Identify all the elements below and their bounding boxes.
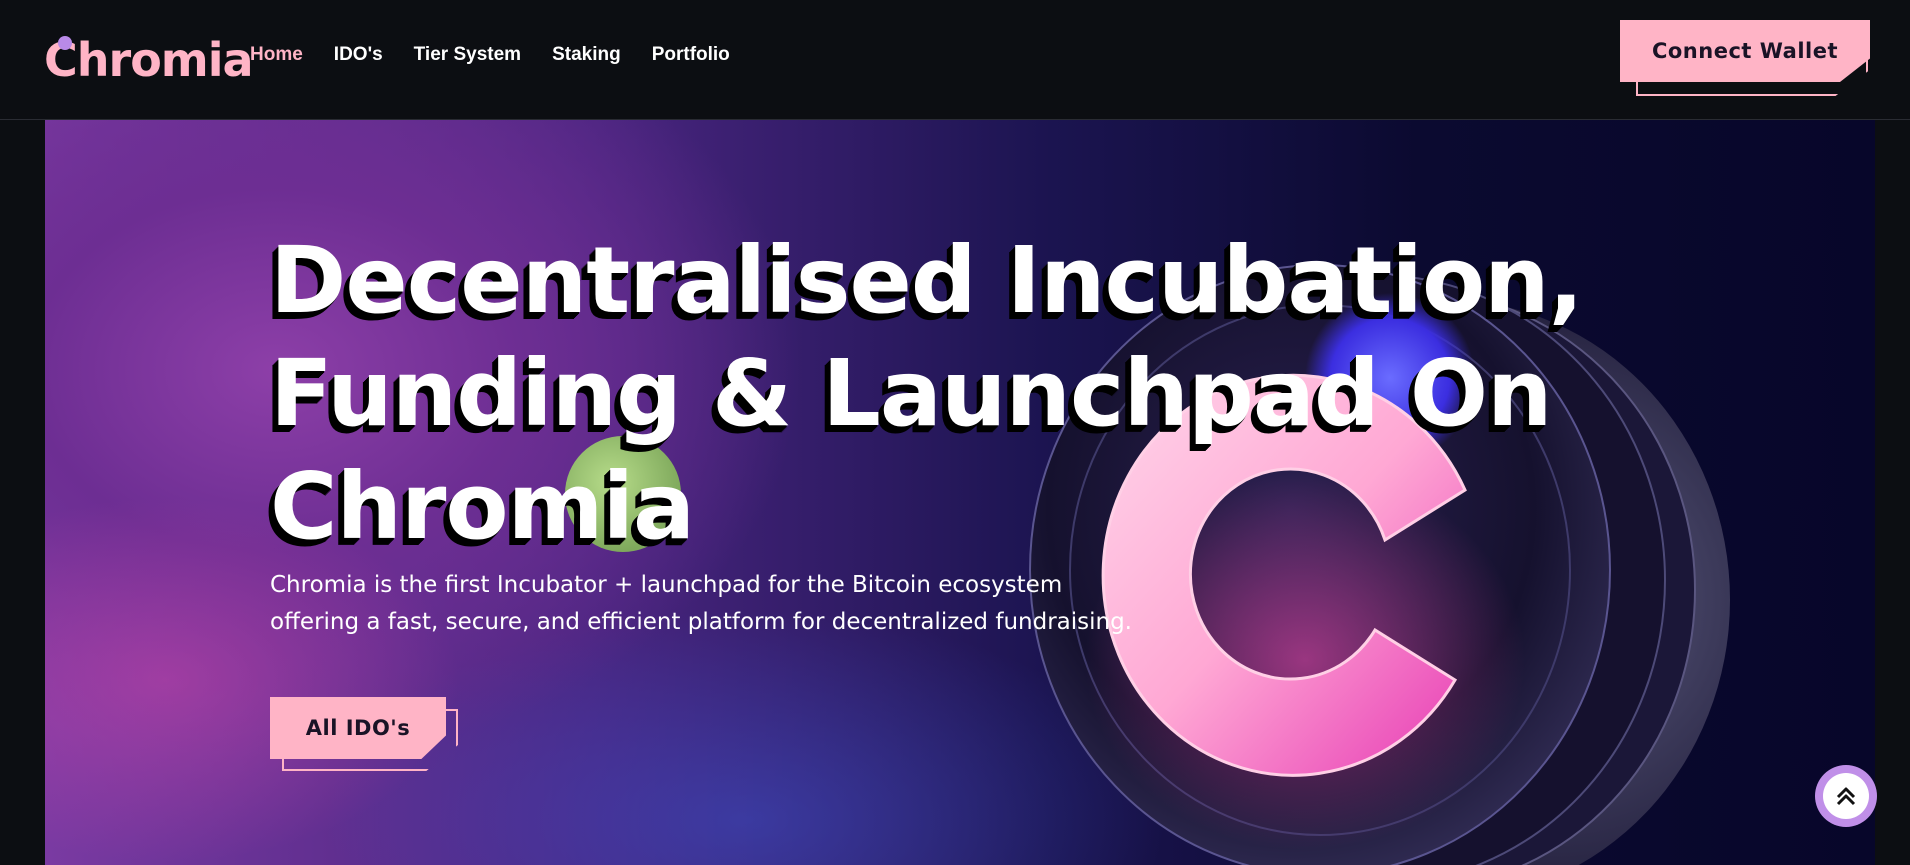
all-idos-button[interactable]: All IDO's [270,697,446,759]
headline-line-3: Chromia [270,453,695,560]
site-header: Chromia Home IDO's Tier System Staking P… [0,0,1910,120]
logo-dot [58,36,72,50]
scroll-to-top-button[interactable] [1815,765,1877,827]
logo-text: Chromia [44,33,254,87]
hero-headline: Decentralised Incubation, Funding & Laun… [270,224,1670,563]
headline-line-1: Decentralised Incubation, [270,227,1584,334]
headline-line-2: Funding & Launchpad On [270,340,1553,447]
connect-wallet-button[interactable]: Connect Wallet [1620,20,1870,82]
connect-wallet-container: Connect Wallet [1620,20,1870,96]
double-chevron-up-icon [1836,787,1856,806]
nav-item-home[interactable]: Home [250,44,303,66]
nav-item-staking[interactable]: Staking [552,44,621,66]
hero-subtitle: Chromia is the first Incubator + launchp… [270,572,1132,635]
hero-section: Decentralised Incubation, Funding & Laun… [45,120,1875,865]
chromia-logo[interactable]: Chromia [44,33,254,87]
nav-item-tier-system[interactable]: Tier System [414,44,521,66]
nav-item-portfolio[interactable]: Portfolio [652,44,730,66]
scroll-to-top-inner [1823,773,1869,819]
nav-item-idos[interactable]: IDO's [334,44,383,66]
main-nav: Home IDO's Tier System Staking Portfolio [250,44,730,66]
all-idos-container: All IDO's [270,697,460,773]
